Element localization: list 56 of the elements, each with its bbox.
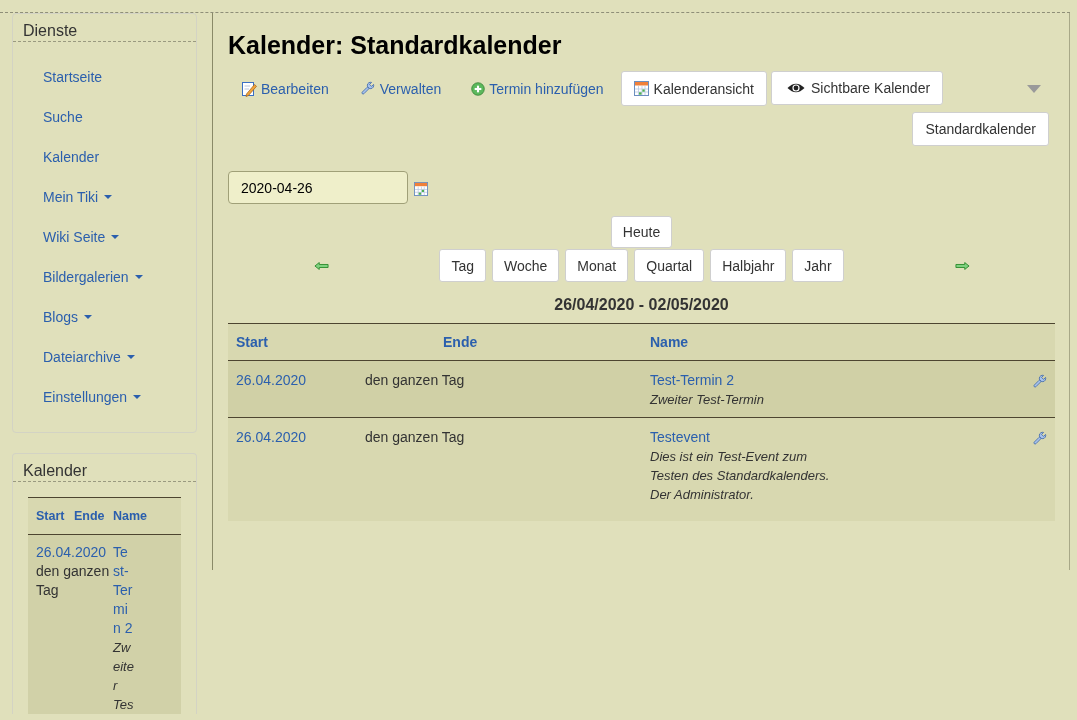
date-field[interactable]: 2020-04-26 <box>228 171 408 204</box>
date-range-heading: 26/04/2020 - 02/05/2020 <box>553 295 730 315</box>
view-button[interactable]: Jahr <box>792 249 844 282</box>
wrench-icon[interactable] <box>1031 430 1048 447</box>
column-header[interactable]: Ende <box>74 506 105 526</box>
table-cell-text: den ganzen Tag <box>36 562 111 600</box>
edit-link[interactable]: Bearbeiten <box>228 71 342 106</box>
event-description: Zweiter Tes <box>113 639 135 714</box>
column-header[interactable]: Ende <box>435 332 478 352</box>
sidebar-link[interactable]: Einstellungen <box>43 387 142 407</box>
table-cell: den ganzen Tag <box>365 372 465 388</box>
sidebar-link[interactable]: Bildergalerien <box>43 267 143 287</box>
calendar-view-button[interactable]: Kalenderansicht <box>620 71 767 106</box>
column-header[interactable]: Start <box>36 506 65 526</box>
view-button[interactable]: Tag <box>439 249 486 282</box>
sidebar-link[interactable]: Dateiarchive <box>43 347 135 367</box>
sidebar-link[interactable]: Wiki Seite <box>43 227 120 247</box>
calendar-icon[interactable] <box>414 182 428 196</box>
view-button[interactable]: Monat <box>565 249 629 282</box>
sidebar-link[interactable]: Startseite <box>43 67 103 87</box>
right-arrow-icon[interactable] <box>954 261 970 270</box>
sidebar-link[interactable]: Suche <box>43 107 83 127</box>
sidebar-link[interactable]: Kalender <box>43 147 100 167</box>
edit-icon <box>241 80 257 97</box>
add-event-link[interactable]: Termin hinzufügen <box>458 71 617 106</box>
date-link[interactable]: 26.04.2020 <box>236 429 307 445</box>
event-link[interactable]: Testevent <box>650 427 710 447</box>
left-arrow-icon[interactable] <box>313 261 329 270</box>
wrench-icon[interactable] <box>1031 373 1048 390</box>
calendar-filter-button[interactable]: Standardkalender <box>912 112 1049 146</box>
visible-calendars-button[interactable]: Sichtbare Kalender <box>771 71 944 105</box>
caret-icon[interactable] <box>1027 84 1041 93</box>
page-title: Kalender: Standardkalender <box>228 31 563 59</box>
column-header[interactable]: Start <box>228 332 268 352</box>
view-button[interactable]: Halbjahr <box>710 249 787 282</box>
eye-icon <box>787 82 805 94</box>
view-button[interactable]: Quartal <box>634 249 705 282</box>
manage-link[interactable]: Verwalten <box>345 71 455 106</box>
column-header[interactable]: Name <box>642 332 689 352</box>
sidebar-link[interactable]: Mein Tiki <box>43 187 113 207</box>
table-cell: den ganzen Tag <box>365 429 465 445</box>
event-link[interactable]: Test-Termin 2 <box>113 543 134 638</box>
date-link[interactable]: 26.04.2020 <box>236 372 307 388</box>
event-description: Zweiter Test-Termin <box>650 391 764 409</box>
date-link[interactable]: 26.04.2020 <box>36 543 107 562</box>
event-link[interactable]: Test-Termin 2 <box>650 370 735 390</box>
column-header[interactable]: Name <box>113 506 148 526</box>
view-button[interactable]: Woche <box>492 249 560 282</box>
calendar-icon <box>633 81 649 96</box>
event-description: Dies ist ein Test-Event zum Testen des Standardkalenders. Der Administrator. <box>650 448 830 504</box>
sidebar-heading: Dienste <box>13 14 196 42</box>
sidebar-heading: Kalender <box>13 454 196 482</box>
add-icon <box>471 81 486 96</box>
wrench-icon <box>358 80 376 97</box>
today-button[interactable]: Heute <box>610 216 673 248</box>
sidebar-link[interactable]: Blogs <box>43 307 93 327</box>
